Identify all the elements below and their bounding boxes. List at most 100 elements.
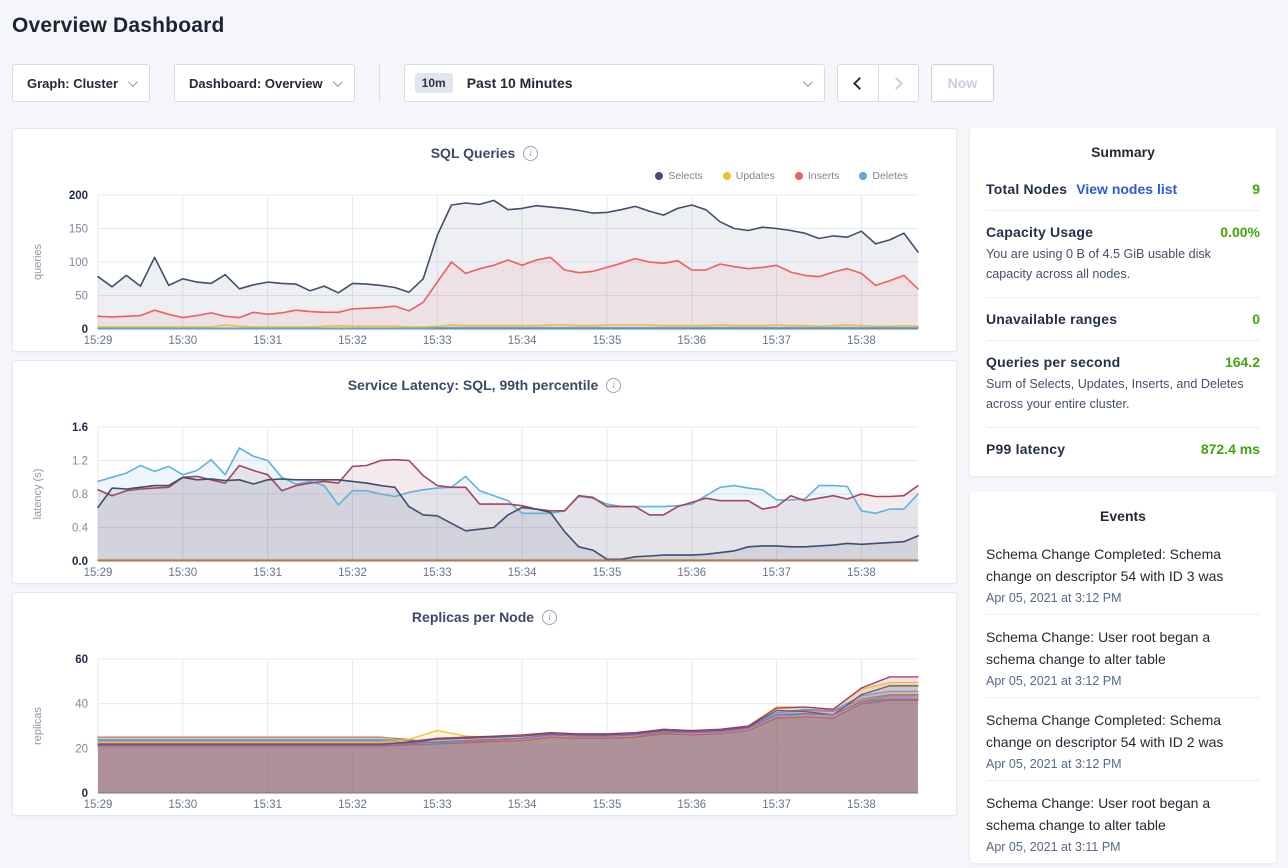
svg-text:15:33: 15:33 — [423, 799, 452, 811]
time-pager — [837, 64, 919, 102]
svg-text:60: 60 — [75, 654, 88, 666]
p99-latency-value: 872.4 ms — [1201, 441, 1260, 457]
chart-title: Service Latency: SQL, 99th percentile — [348, 377, 599, 393]
svg-text:15:33: 15:33 — [423, 567, 452, 579]
info-icon[interactable]: i — [606, 378, 621, 393]
dashboard-dropdown-label: Dashboard: Overview — [189, 76, 323, 91]
svg-text:15:38: 15:38 — [847, 335, 876, 347]
svg-text:15:32: 15:32 — [338, 335, 367, 347]
chart-legend — [25, 395, 944, 421]
svg-text:15:35: 15:35 — [593, 567, 622, 579]
now-button[interactable]: Now — [931, 64, 995, 102]
page-header: Overview Dashboard — [0, 0, 1288, 38]
svg-text:15:36: 15:36 — [677, 799, 706, 811]
svg-text:15:29: 15:29 — [84, 567, 113, 579]
total-nodes-value: 9 — [1252, 181, 1260, 197]
events-list: Schema Change Completed: Schema change o… — [986, 532, 1260, 863]
svg-text:0.8: 0.8 — [72, 489, 88, 501]
svg-text:15:35: 15:35 — [593, 799, 622, 811]
capacity-label: Capacity Usage — [986, 224, 1093, 240]
svg-text:15:31: 15:31 — [253, 335, 282, 347]
sidebar: Summary Total Nodes View nodes list 9 Ca… — [970, 128, 1276, 863]
unavailable-ranges-label: Unavailable ranges — [986, 311, 1117, 327]
svg-text:15:38: 15:38 — [847, 567, 876, 579]
svg-text:0.0: 0.0 — [72, 556, 88, 568]
chevron-down-icon — [803, 77, 813, 87]
events-title: Events — [986, 506, 1260, 532]
event-message: Schema Change Completed: Schema change o… — [986, 710, 1260, 754]
svg-text:15:34: 15:34 — [508, 567, 537, 579]
legend-dot — [723, 172, 731, 180]
qps-desc: Sum of Selects, Updates, Inserts, and De… — [986, 375, 1260, 414]
svg-text:15:37: 15:37 — [762, 799, 791, 811]
event-timestamp: Apr 05, 2021 at 3:11 PM — [986, 840, 1260, 854]
svg-text:0: 0 — [82, 324, 88, 336]
svg-text:15:37: 15:37 — [762, 335, 791, 347]
time-range-label: Past 10 Minutes — [467, 75, 573, 91]
chevron-right-icon — [890, 77, 903, 90]
svg-text:15:31: 15:31 — [253, 567, 282, 579]
graph-dropdown[interactable]: Graph: Cluster — [12, 64, 150, 102]
events-card: Events Schema Change Completed: Schema c… — [970, 492, 1276, 863]
svg-text:40: 40 — [75, 699, 88, 711]
svg-text:50: 50 — [75, 291, 88, 303]
svg-text:1.2: 1.2 — [72, 456, 88, 468]
svg-text:15:36: 15:36 — [677, 335, 706, 347]
legend-label: Inserts — [808, 170, 840, 182]
svg-text:15:30: 15:30 — [168, 335, 197, 347]
chevron-down-icon — [128, 77, 138, 87]
svg-text:0: 0 — [82, 788, 88, 800]
chevron-left-icon — [853, 77, 866, 90]
info-icon[interactable]: i — [523, 146, 538, 161]
legend-item-deletes[interactable]: Deletes — [859, 170, 908, 182]
svg-text:15:33: 15:33 — [423, 335, 452, 347]
dashboard-dropdown[interactable]: Dashboard: Overview — [174, 64, 355, 102]
svg-text:15:29: 15:29 — [84, 799, 113, 811]
prev-range-button[interactable] — [838, 65, 878, 101]
svg-text:0.4: 0.4 — [72, 523, 89, 535]
summary-title: Summary — [986, 142, 1260, 168]
event-item: Schema Change: User root began a schema … — [986, 615, 1260, 698]
legend-item-selects[interactable]: Selects — [655, 170, 702, 182]
event-timestamp: Apr 05, 2021 at 3:12 PM — [986, 591, 1260, 605]
total-nodes-label: Total Nodes — [986, 181, 1067, 197]
summary-row-total-nodes: Total Nodes View nodes list 9 — [986, 168, 1260, 211]
legend-item-updates[interactable]: Updates — [723, 170, 775, 182]
charts-column: SQL Queries i SelectsUpdatesInsertsDelet… — [12, 128, 957, 816]
svg-text:15:37: 15:37 — [762, 567, 791, 579]
info-icon[interactable]: i — [542, 610, 557, 625]
svg-text:15:36: 15:36 — [677, 567, 706, 579]
svg-text:100: 100 — [69, 257, 88, 269]
time-range-picker[interactable]: 10m Past 10 Minutes — [404, 64, 825, 102]
event-timestamp: Apr 05, 2021 at 3:12 PM — [986, 757, 1260, 771]
view-nodes-list-link[interactable]: View nodes list — [1076, 181, 1177, 197]
replicas-per-node-panel: Replicas per Node i 15:2915:3015:3115:32… — [12, 592, 957, 816]
svg-text:15:30: 15:30 — [168, 799, 197, 811]
graph-dropdown-label: Graph: Cluster — [27, 76, 118, 91]
qps-label: Queries per second — [986, 354, 1120, 370]
chevron-down-icon — [333, 77, 343, 87]
svg-text:latency (s): latency (s) — [32, 469, 44, 520]
svg-text:15:34: 15:34 — [508, 335, 537, 347]
next-range-button[interactable] — [878, 65, 918, 101]
replicas-per-node-chart: 15:2915:3015:3115:3215:3315:3415:3515:36… — [25, 653, 946, 811]
event-item: Schema Change: User root began a schema … — [986, 781, 1260, 863]
svg-text:queries: queries — [32, 243, 44, 280]
svg-text:150: 150 — [69, 224, 88, 236]
svg-text:20: 20 — [75, 743, 88, 755]
event-message: Schema Change: User root began a schema … — [986, 627, 1260, 671]
sql-queries-chart: 15:2915:3015:3115:3215:3315:3415:3515:36… — [25, 189, 946, 347]
event-item: Schema Change Completed: Schema change o… — [986, 532, 1260, 615]
chart-legend — [25, 627, 944, 653]
sql-queries-panel: SQL Queries i SelectsUpdatesInsertsDelet… — [12, 128, 957, 352]
svg-text:15:34: 15:34 — [508, 799, 537, 811]
legend-dot — [795, 172, 803, 180]
legend-dot — [859, 172, 867, 180]
legend-dot — [655, 172, 663, 180]
legend-label: Deletes — [872, 170, 908, 182]
summary-row-p99: P99 latency 872.4 ms — [986, 428, 1260, 470]
svg-text:15:29: 15:29 — [84, 335, 113, 347]
summary-row-qps: Queries per second 164.2 Sum of Selects,… — [986, 341, 1260, 428]
summary-card: Summary Total Nodes View nodes list 9 Ca… — [970, 128, 1276, 476]
legend-item-inserts[interactable]: Inserts — [795, 170, 840, 182]
